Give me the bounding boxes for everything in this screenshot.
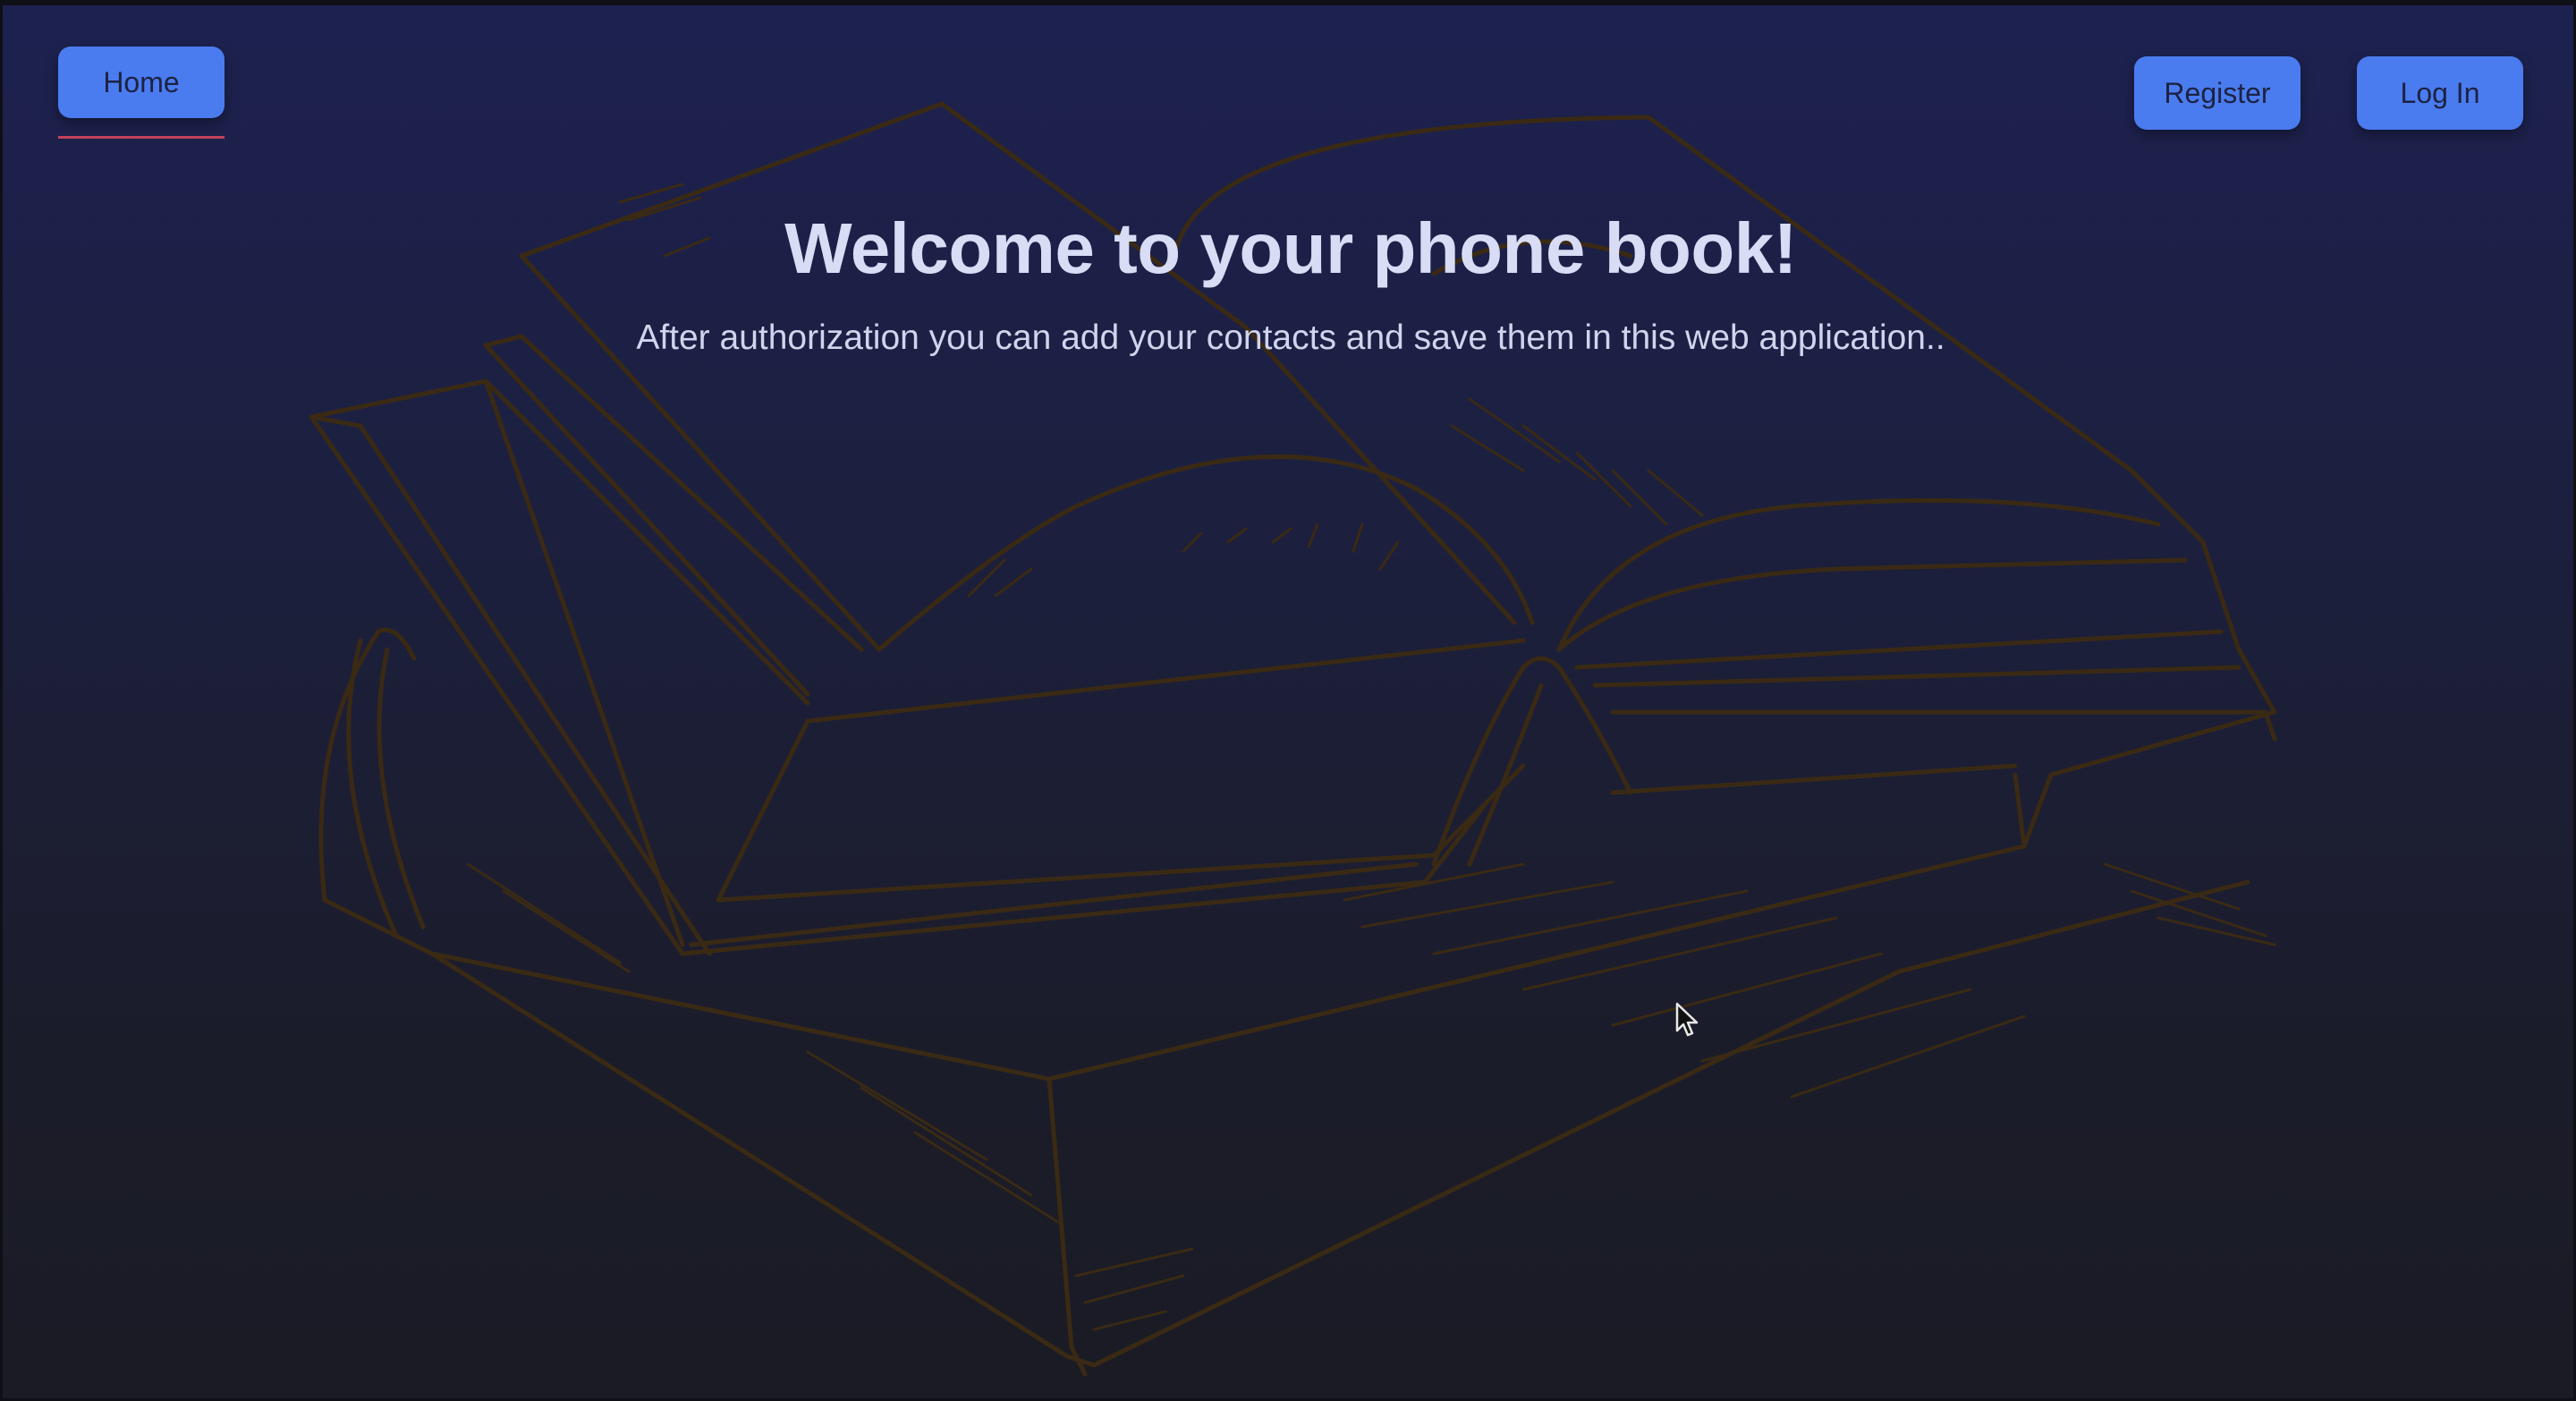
- home-button[interactable]: Home: [58, 47, 225, 118]
- page-subtitle: After authorization you can add your con…: [636, 318, 1945, 357]
- app-window: Home Register Log In Welcome to your pho…: [0, 0, 2576, 1401]
- register-button[interactable]: Register: [2134, 56, 2301, 130]
- page-title: Welcome to your phone book!: [784, 208, 1797, 288]
- home-active-underline: [58, 136, 225, 139]
- login-button[interactable]: Log In: [2357, 56, 2523, 130]
- mouse-cursor-icon: [1675, 1002, 1699, 1037]
